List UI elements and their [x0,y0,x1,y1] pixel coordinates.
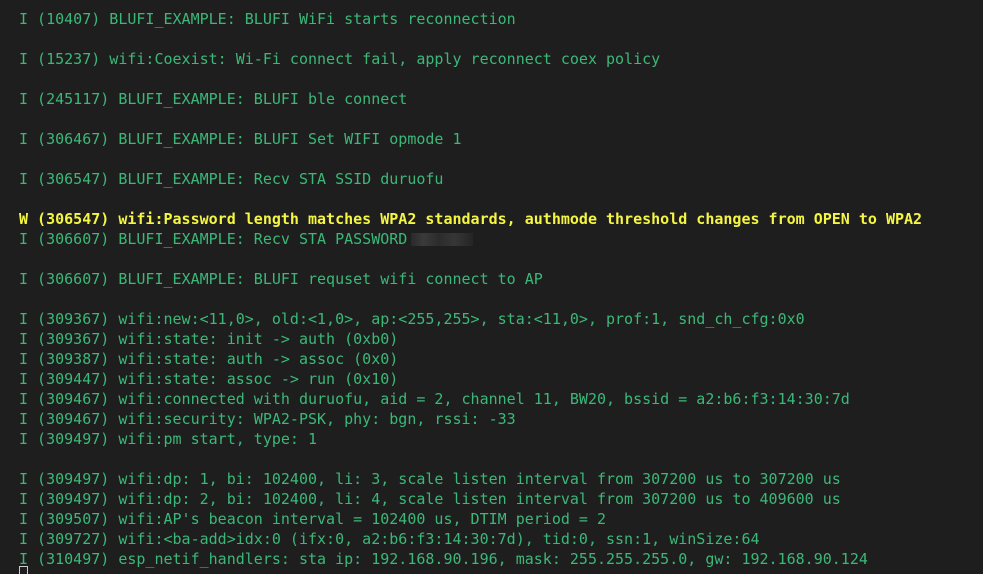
log-line-text: I (15237) wifi:Coexist: Wi-Fi connect fa… [19,50,661,68]
terminal-window[interactable]: I (10407) BLUFI_EXAMPLE: BLUFI WiFi star… [0,0,983,574]
log-line-text: I (306467) BLUFI_EXAMPLE: BLUFI Set WIFI… [19,130,462,148]
text-cursor [19,566,28,574]
log-line-text: I (245117) BLUFI_EXAMPLE: BLUFI ble conn… [19,90,408,108]
log-line-info: I (306607) BLUFI_EXAMPLE: Recv STA PASSW… [19,229,922,249]
log-line-text: I (309467) wifi:security: WPA2-PSK, phy:… [19,410,516,428]
log-line-warning: W (306547) wifi:Password length matches … [19,209,922,229]
log-line-text: I (309497) wifi:pm start, type: 1 [19,430,318,448]
log-line-text: W (306547) wifi:Password length matches … [19,210,923,228]
log-line-text: I (309447) wifi:state: assoc -> run (0x1… [19,370,399,388]
log-line-info: I (309447) wifi:state: assoc -> run (0x1… [19,369,922,389]
log-line-info: I (306607) BLUFI_EXAMPLE: BLUFI requset … [19,269,922,289]
log-output: I (10407) BLUFI_EXAMPLE: BLUFI WiFi star… [19,9,922,569]
log-line-text: I (10407) BLUFI_EXAMPLE: BLUFI WiFi star… [19,10,516,28]
log-line-info: I (309727) wifi:<ba-add>idx:0 (ifx:0, a2… [19,529,922,549]
log-line-text: I (306607) BLUFI_EXAMPLE: Recv STA PASSW… [19,230,408,248]
log-line-info: I (309497) wifi:dp: 1, bi: 102400, li: 3… [19,469,922,489]
log-line-text: I (306547) BLUFI_EXAMPLE: Recv STA SSID … [19,170,444,188]
log-line-info: I (309467) wifi:security: WPA2-PSK, phy:… [19,409,922,429]
log-line-text: I (309467) wifi:connected with duruofu, … [19,390,850,408]
log-line-text: I (306607) BLUFI_EXAMPLE: BLUFI requset … [19,270,543,288]
redacted-password [411,233,474,246]
log-line-text: I (309367) wifi:state: init -> auth (0xb… [19,330,399,348]
log-line-text: I (309497) wifi:dp: 1, bi: 102400, li: 3… [19,470,841,488]
log-line-info: I (306467) BLUFI_EXAMPLE: BLUFI Set WIFI… [19,129,922,149]
log-line-info: I (309367) wifi:new:<11,0>, old:<1,0>, a… [19,309,922,329]
log-line-info: I (15237) wifi:Coexist: Wi-Fi connect fa… [19,49,922,69]
log-line-text: I (309367) wifi:new:<11,0>, old:<1,0>, a… [19,310,805,328]
log-line-text: I (309387) wifi:state: auth -> assoc (0x… [19,350,399,368]
log-line-info: I (309507) wifi:AP's beacon interval = 1… [19,509,922,529]
log-line-info: I (306547) BLUFI_EXAMPLE: Recv STA SSID … [19,169,922,189]
log-line-text: I (309497) wifi:dp: 2, bi: 102400, li: 4… [19,490,841,508]
log-line-info: I (10407) BLUFI_EXAMPLE: BLUFI WiFi star… [19,9,922,29]
log-line-text: I (309507) wifi:AP's beacon interval = 1… [19,510,606,528]
log-line-info: I (245117) BLUFI_EXAMPLE: BLUFI ble conn… [19,89,922,109]
log-line-info: I (310497) esp_netif_handlers: sta ip: 1… [19,549,922,569]
log-line-text: I (309727) wifi:<ba-add>idx:0 (ifx:0, a2… [19,530,760,548]
log-line-info: I (309387) wifi:state: auth -> assoc (0x… [19,349,922,369]
log-line-info: I (309467) wifi:connected with duruofu, … [19,389,922,409]
log-line-text: I (310497) esp_netif_handlers: sta ip: 1… [19,550,868,568]
log-line-info: I (309497) wifi:dp: 2, bi: 102400, li: 4… [19,489,922,509]
log-line-info: I (309497) wifi:pm start, type: 1 [19,429,922,449]
log-line-info: I (309367) wifi:state: init -> auth (0xb… [19,329,922,349]
